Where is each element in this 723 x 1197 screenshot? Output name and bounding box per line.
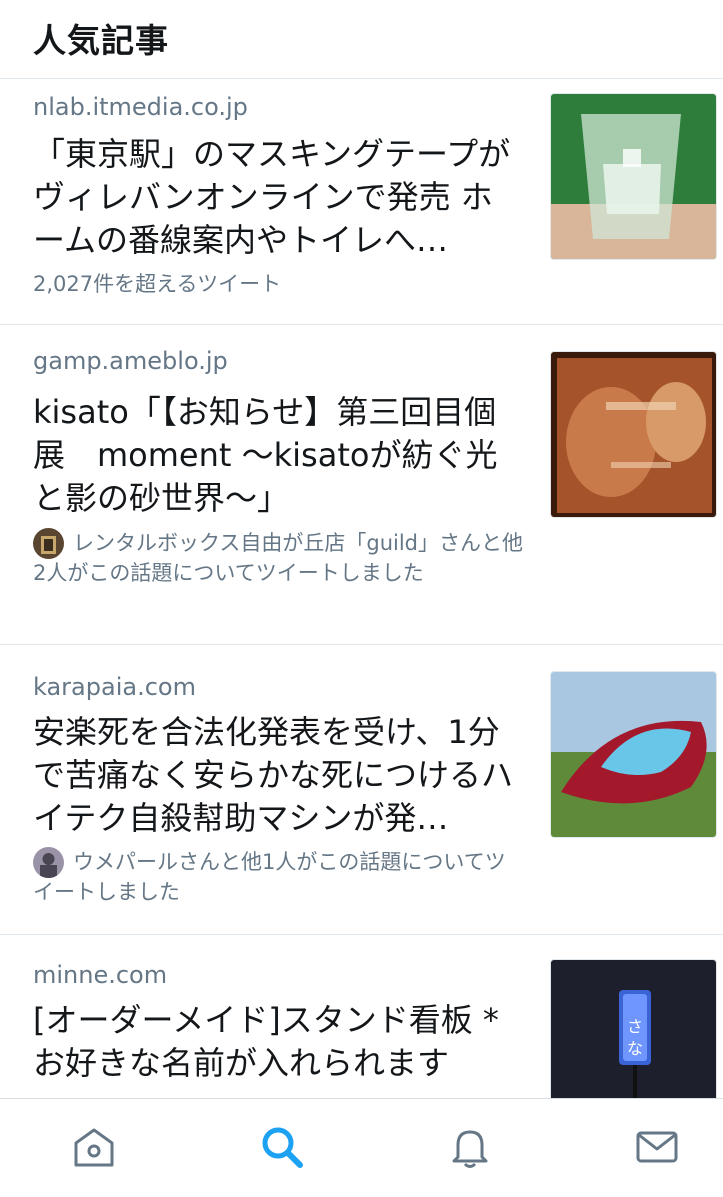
page-header: 人気記事 [0, 0, 723, 79]
article-domain: minne.com [33, 961, 168, 989]
capsule-photo-thumbnail[interactable] [550, 671, 717, 838]
article-item[interactable]: minne.com [オーダーメイド]スタンド看板 * お好きな名前が入れられま… [0, 935, 723, 1098]
article-domain: karapaia.com [33, 673, 196, 701]
article-title[interactable]: [オーダーメイド]スタンド看板 * お好きな名前が入れられます [33, 999, 523, 1085]
bottom-tab-bar [0, 1098, 723, 1197]
home-icon[interactable] [70, 1123, 118, 1171]
signboard-photo-thumbnail[interactable]: さ な [550, 959, 717, 1098]
article-title[interactable]: kisato「【お知らせ】第三回目個展 moment 〜kisatoが紡ぐ光と影… [33, 391, 523, 520]
article-title[interactable]: 「東京駅」のマスキングテープがヴィレバンオンラインで発売 ホームの番線案内やトイ… [33, 133, 523, 262]
article-item[interactable]: karapaia.com 安楽死を合法化発表を受け、1分で苦痛なく安らかな死につ… [0, 645, 723, 935]
svg-text:さ: さ [627, 1017, 643, 1036]
page-title: 人気記事 [33, 21, 169, 60]
tweet-count: 2,027件を超えるツイート [33, 272, 282, 296]
article-domain: nlab.itmedia.co.jp [33, 93, 248, 121]
sand-art-photo-thumbnail[interactable] [550, 351, 717, 518]
article-title[interactable]: 安楽死を合法化発表を受け、1分で苦痛なく安らかな死につけるハイテク自殺幇助マシン… [33, 711, 523, 840]
article-item[interactable]: nlab.itmedia.co.jp 「東京駅」のマスキングテープがヴィレバンオ… [0, 79, 723, 325]
notifications-icon[interactable] [446, 1123, 494, 1171]
tweeted-by-text: ウメパールさんと他1人がこの話題についてツイートしました [33, 850, 506, 904]
glass-photo-thumbnail[interactable] [550, 93, 717, 260]
search-icon[interactable] [258, 1123, 306, 1171]
messages-icon[interactable] [633, 1123, 681, 1171]
article-domain: gamp.ameblo.jp [33, 347, 228, 375]
tweeted-by-text: レンタルボックス自由が丘店「guild」さんと他2人がこの話題についてツイートし… [33, 531, 524, 585]
article-item[interactable]: gamp.ameblo.jp kisato「【お知らせ】第三回目個展 momen… [0, 325, 723, 645]
svg-text:な: な [627, 1039, 643, 1058]
